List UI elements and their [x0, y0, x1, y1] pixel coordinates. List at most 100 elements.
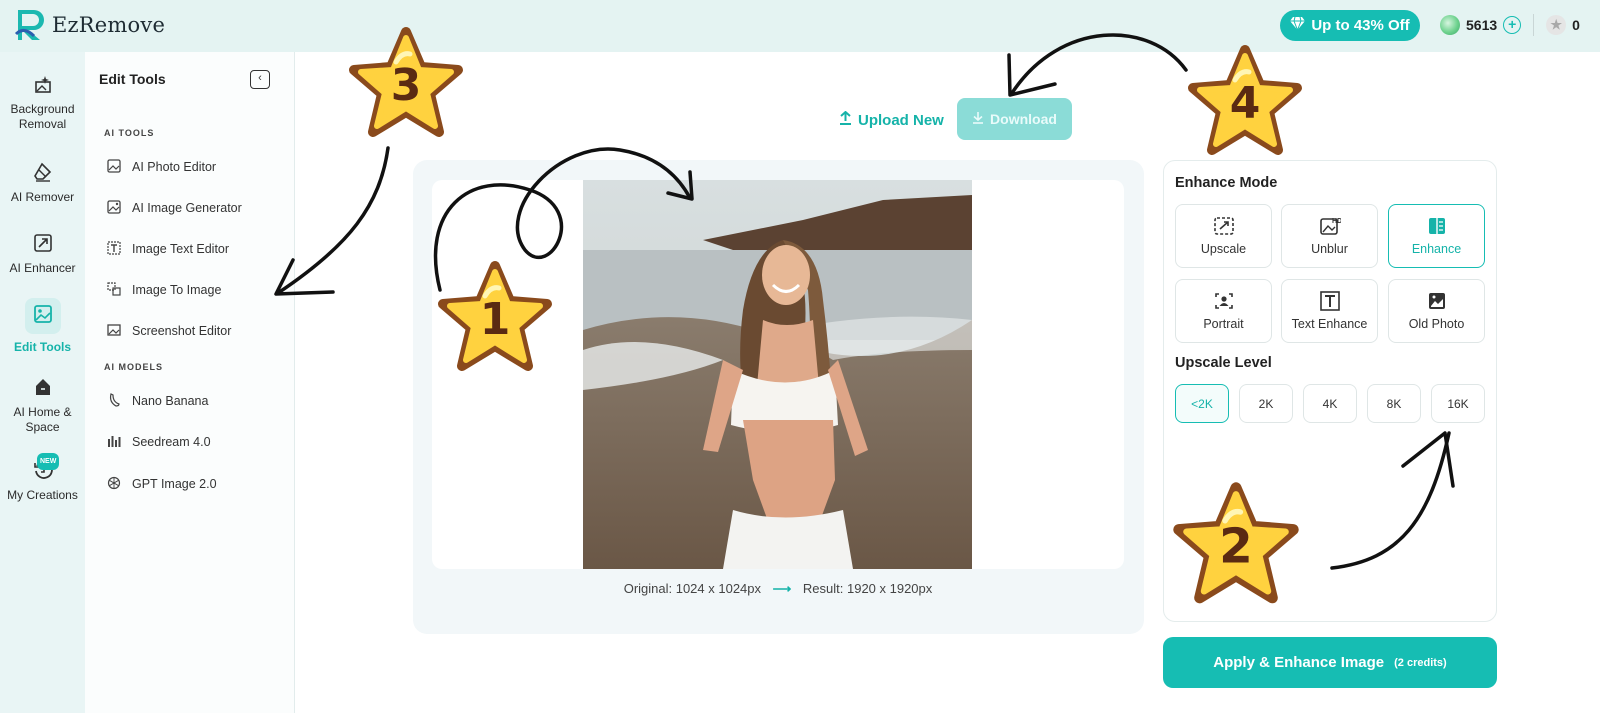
edit-tools-panel: Edit Tools ‹ AI TOOLS AI Photo Editor AI…: [85, 52, 295, 713]
tool-ai-photo-editor[interactable]: AI Photo Editor: [106, 159, 216, 175]
upscale-icon: [1213, 216, 1235, 236]
nav-item-ai-home-space[interactable]: AI Home & Space: [0, 377, 85, 435]
tool-label: GPT Image 2.0: [132, 477, 217, 491]
promo-button[interactable]: Up to 43% Off: [1280, 10, 1420, 41]
add-credits-icon[interactable]: +: [1503, 16, 1522, 34]
app-logo[interactable]: EzRemove: [14, 8, 165, 42]
result-size: Result: 1920 x 1920px: [802, 581, 933, 596]
mode-text-enhance[interactable]: Text Enhance: [1281, 279, 1378, 343]
enhance-icon: [33, 233, 53, 253]
nav-item-background-removal[interactable]: Background Removal: [0, 74, 85, 132]
level-under-2k[interactable]: <2K: [1175, 384, 1229, 423]
tool-label: Image To Image: [132, 283, 222, 297]
nav-item-edit-tools[interactable]: Edit Tools: [0, 298, 85, 355]
download-label: Download: [990, 111, 1057, 127]
tool-label: Image Text Editor: [132, 242, 230, 256]
top-bar: EzRemove Up to 43% Off 5613 + ★ 0: [0, 0, 1600, 52]
new-badge: NEW: [37, 453, 60, 470]
upload-new-button[interactable]: Upload New: [839, 110, 944, 129]
eraser-icon: [33, 162, 53, 182]
text-box-icon: [1319, 291, 1341, 311]
svg-text:HD: HD: [1332, 218, 1341, 225]
model-nano-banana[interactable]: Nano Banana: [106, 393, 208, 409]
image-icon: [106, 159, 122, 175]
mode-label: Enhance: [1411, 242, 1462, 256]
size-info: Original: 1024 x 1024px ⟶ Result: 1920 x…: [432, 581, 1124, 597]
upscale-level-title: Upscale Level: [1175, 355, 1272, 371]
nav-label: Background Removal: [10, 102, 75, 131]
collapse-panel-button[interactable]: ‹: [250, 70, 270, 89]
model-gpt-image[interactable]: GPT Image 2.0: [106, 476, 217, 492]
tool-ai-image-generator[interactable]: AI Image Generator: [106, 200, 242, 216]
tool-label: Nano Banana: [132, 394, 209, 408]
left-nav: Background Removal AI Remover AI Enhance…: [0, 52, 85, 713]
arrow-right-icon: ⟶: [772, 581, 792, 596]
level-8k[interactable]: 8K: [1367, 384, 1421, 423]
upload-label: Upload New: [858, 111, 944, 129]
model-seedream[interactable]: Seedream 4.0: [106, 434, 211, 450]
apply-label: Apply & Enhance Image: [1213, 654, 1385, 671]
mode-label: Upscale: [1200, 242, 1247, 256]
tool-label: AI Photo Editor: [132, 160, 217, 174]
level-2k[interactable]: 2K: [1239, 384, 1293, 423]
edit-tools-icon-wrap: [24, 298, 61, 334]
mode-label: Old Photo: [1408, 317, 1465, 331]
nav-label: AI Enhancer: [9, 261, 76, 275]
diamond-icon: [1290, 16, 1306, 34]
nav-label: Edit Tools: [13, 340, 72, 354]
topbar-divider: [1533, 14, 1535, 36]
tool-label: Screenshot Editor: [132, 324, 232, 338]
image-edit-icon: [33, 304, 53, 328]
credit-balance: 5613: [1466, 17, 1498, 33]
nav-item-ai-remover[interactable]: AI Remover: [0, 162, 85, 205]
mode-enhance[interactable]: Enhance: [1388, 204, 1485, 268]
enhance-mode-title: Enhance Mode: [1175, 175, 1278, 191]
section-label-ai-models: AI MODELS: [104, 362, 164, 372]
magic-image-icon: [33, 74, 53, 94]
tool-label: AI Image Generator: [132, 201, 242, 215]
portrait-icon: [1213, 291, 1235, 311]
mode-old-photo[interactable]: Old Photo: [1388, 279, 1485, 343]
original-size: Original: 1024 x 1024px: [623, 581, 762, 596]
image-sparkle-icon: [106, 200, 122, 216]
credit-area: 5613 + ★ 0: [1440, 12, 1580, 38]
tool-image-to-image[interactable]: Image To Image: [106, 282, 221, 298]
home-icon: [33, 377, 53, 397]
app-name: EzRemove: [52, 13, 166, 37]
promo-label: Up to 43% Off: [1311, 17, 1410, 34]
mode-unblur[interactable]: HD Unblur: [1281, 204, 1378, 268]
apply-enhance-button[interactable]: Apply & Enhance Image (2 credits): [1163, 637, 1497, 688]
credit-coin-icon: [1440, 15, 1460, 35]
level-4k[interactable]: 4K: [1303, 384, 1357, 423]
upload-icon: [839, 110, 852, 129]
enhance-mode-icon: [1426, 216, 1448, 236]
mode-upscale[interactable]: Upscale: [1175, 204, 1272, 268]
text-box-icon: [106, 241, 122, 257]
preview-photo: [583, 180, 972, 569]
nav-label: AI Home & Space: [13, 405, 72, 434]
apply-credits: (2 credits): [1394, 656, 1447, 669]
hd-image-icon: HD: [1319, 216, 1342, 236]
openai-icon: [106, 476, 122, 492]
nav-item-my-creations[interactable]: NEW My Creations: [0, 453, 85, 503]
tool-label: Seedream 4.0: [132, 435, 211, 449]
section-label-ai-tools: AI TOOLS: [104, 128, 155, 138]
nav-item-ai-enhancer[interactable]: AI Enhancer: [0, 233, 85, 276]
tool-image-text-editor[interactable]: Image Text Editor: [106, 241, 229, 257]
star-coin-icon: ★: [1546, 15, 1567, 35]
screenshot-icon: [106, 323, 122, 339]
nav-label: AI Remover: [10, 190, 75, 204]
download-icon: [972, 111, 984, 127]
mode-label: Text Enhance: [1291, 317, 1368, 331]
old-photo-icon: [1426, 291, 1448, 311]
nav-label: My Creations: [7, 488, 78, 502]
tool-screenshot-editor[interactable]: Screenshot Editor: [106, 323, 231, 339]
bars-icon: [106, 434, 122, 450]
image-swap-icon: [106, 282, 122, 298]
banana-icon: [106, 393, 122, 409]
download-button[interactable]: Download: [957, 98, 1072, 140]
mode-label: Portrait: [1203, 317, 1244, 331]
logo-icon: [14, 8, 48, 42]
mode-portrait[interactable]: Portrait: [1175, 279, 1272, 343]
level-16k[interactable]: 16K: [1431, 384, 1485, 423]
